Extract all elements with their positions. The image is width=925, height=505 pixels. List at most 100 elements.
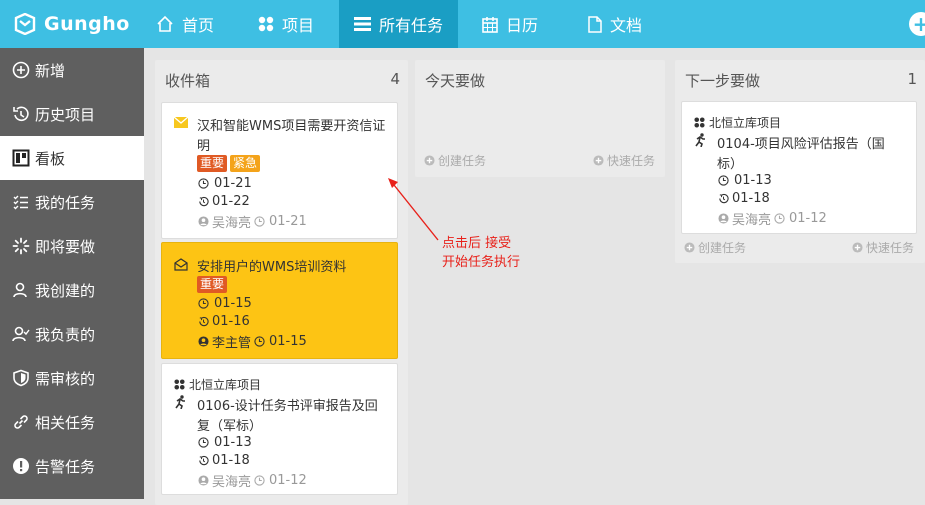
sidebar-item-upcoming[interactable]: 即将要做: [0, 224, 144, 268]
column-title: 下一步要做: [685, 72, 761, 90]
card-owner: 李主管: [212, 336, 252, 351]
due-icon: [719, 193, 729, 204]
sidebar-item-label: 历史项目: [35, 105, 96, 124]
column-count: 4: [390, 70, 400, 88]
card-meta: 吴海亮 01-21: [198, 212, 307, 231]
plus-circle-icon: [593, 155, 604, 166]
plus-circle-icon: [852, 242, 863, 253]
home-icon: [157, 15, 173, 32]
column-header: 下一步要做 1: [685, 70, 917, 91]
badge-urgent: 紧急: [230, 155, 261, 172]
nav-home[interactable]: 首页: [144, 0, 236, 48]
envelope-icon: [174, 117, 188, 128]
card-title-line2: 标）: [717, 157, 744, 172]
quick-task-button[interactable]: 快速任务: [593, 152, 655, 169]
sidebar-item-label: 需审核的: [35, 369, 96, 388]
card-owner: 吴海亮: [212, 475, 252, 490]
user-icon: [13, 282, 27, 298]
clock-icon: [198, 178, 209, 189]
card-created: 01-21: [269, 214, 307, 229]
alert-icon: [13, 458, 29, 474]
user-avatar-icon: [198, 216, 209, 227]
sidebar-item-my-tasks[interactable]: 我的任务: [0, 180, 144, 224]
card-created: 01-12: [789, 211, 827, 226]
sidebar-item-label: 即将要做: [35, 237, 96, 256]
task-card[interactable]: 安排用户的WMS培训资料 重要 01-15 01-16 李主管 01-15: [161, 242, 398, 359]
nav-projects-label: 项目: [282, 16, 315, 35]
app-logo[interactable]: Gungho: [0, 0, 144, 48]
task-card[interactable]: 北恒立库项目 0104-项目风险评估报告（国 标） 01-13 01-18 吴海…: [681, 101, 917, 234]
card-owner: 吴海亮: [212, 216, 252, 231]
sidebar-item-label: 我的任务: [35, 193, 96, 212]
card-due-date: 01-16: [198, 314, 250, 329]
grid-icon: [174, 379, 185, 390]
card-title-line1: 0104-项目风险评估报告（国: [717, 137, 885, 152]
sidebar-item-assigned-to-me[interactable]: 我负责的: [0, 312, 144, 356]
column-header: 收件箱 4: [165, 70, 400, 91]
card-project: 北恒立库项目: [174, 376, 261, 393]
card-title-line1: 0106-设计任务书评审报告及回: [197, 399, 378, 414]
annotation-text: 点击后 接受 开始任务执行: [442, 234, 520, 272]
annotation-line1: 点击后 接受: [442, 236, 512, 251]
card-meta: 吴海亮 01-12: [198, 471, 307, 490]
card-badges: 重要 紧急: [197, 155, 263, 172]
annotation-line2: 开始任务执行: [442, 255, 521, 270]
shield-icon: [13, 369, 29, 387]
column-title: 收件箱: [165, 72, 211, 90]
nav-documents[interactable]: 文档: [576, 0, 666, 48]
sidebar-item-label: 我创建的: [35, 281, 96, 300]
top-navbar: Gungho 首页 项目 所有任务 日历 文档 +: [0, 0, 925, 48]
card-meta: 李主管 01-15: [198, 332, 307, 351]
column-count: 1: [907, 70, 917, 88]
user-avatar-icon: [718, 213, 729, 224]
sidebar-item-created-by-me[interactable]: 我创建的: [0, 268, 144, 312]
card-start-date: 01-15: [198, 296, 252, 311]
add-icon[interactable]: +: [909, 12, 925, 36]
card-meta: 吴海亮 01-12: [718, 209, 827, 228]
plus-circle-icon: [684, 242, 695, 253]
nav-documents-label: 文档: [610, 16, 643, 35]
sidebar-item-related[interactable]: 相关任务: [0, 400, 144, 444]
clock-icon: [254, 336, 265, 347]
clock-icon: [254, 475, 265, 486]
sidebar-item-history[interactable]: 历史项目: [0, 92, 144, 136]
create-task-button[interactable]: 创建任务: [684, 239, 746, 256]
sidebar-item-kanban[interactable]: 看板: [0, 136, 144, 180]
clock-icon: [774, 213, 785, 224]
grid-icon: [694, 117, 705, 128]
task-card[interactable]: 北恒立库项目 0106-设计任务书评审报告及回 复（军标） 01-13 01-1…: [161, 363, 398, 495]
nav-all-tasks[interactable]: 所有任务: [339, 0, 458, 48]
sidebar-item-label: 我负责的: [35, 325, 96, 344]
nav-calendar[interactable]: 日历: [470, 0, 560, 48]
calendar-icon: [482, 16, 498, 33]
sidebar-item-new[interactable]: 新增: [0, 48, 144, 92]
quick-task-button[interactable]: 快速任务: [852, 239, 914, 256]
due-icon: [199, 196, 209, 207]
sidebar-item-alerts[interactable]: 告警任务: [0, 444, 144, 488]
create-task-button[interactable]: 创建任务: [424, 152, 486, 169]
column-title: 今天要做: [425, 72, 486, 90]
card-title: 安排用户的WMS培训资料: [197, 260, 347, 275]
sidebar-item-to-review[interactable]: 需审核的: [0, 356, 144, 400]
clock-icon: [718, 175, 729, 186]
badge-important: 重要: [197, 155, 228, 172]
clock-icon: [254, 216, 265, 227]
envelope-open-icon: [174, 258, 188, 271]
user-avatar-icon: [198, 336, 209, 347]
card-due-date: 01-22: [198, 194, 250, 209]
sidebar-item-label: 相关任务: [35, 413, 96, 432]
clock-icon: [198, 437, 209, 448]
nav-projects[interactable]: 项目: [246, 0, 330, 48]
tasks-icon: [354, 17, 371, 31]
card-project: 北恒立库项目: [694, 114, 781, 131]
due-icon: [199, 455, 209, 466]
sidebar-item-label: 告警任务: [35, 457, 96, 476]
task-card[interactable]: 汉和智能WMS项目需要开资信证 明 重要 紧急 01-21 01-22 吴海亮 …: [161, 102, 398, 239]
sidebar: 新增 历史项目 看板 我的任务 即将要做 我创建的 我负责的 需审核的 相关任务…: [0, 48, 144, 499]
history-icon: [13, 106, 29, 122]
link-icon: [14, 415, 28, 429]
card-due-date: 01-18: [198, 453, 250, 468]
card-owner: 吴海亮: [732, 213, 772, 228]
card-title-line1: 汉和智能WMS项目需要开资信证: [197, 119, 386, 134]
running-icon: [175, 395, 185, 409]
